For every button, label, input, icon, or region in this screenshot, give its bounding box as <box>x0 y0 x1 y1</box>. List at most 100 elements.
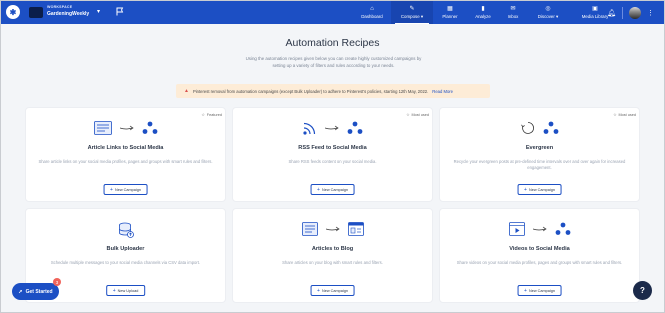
arrow-right-icon <box>324 125 339 131</box>
nav-item-dashboard[interactable]: ⌂ Dashboard <box>353 1 391 24</box>
page-subtitle: Using the automation recipes given below… <box>245 56 422 68</box>
chevron-down-icon[interactable]: ▾ <box>97 8 100 15</box>
social-network-icon <box>142 121 157 134</box>
card-description: Recycle your evergreen posts at pre-defi… <box>453 159 626 170</box>
nav-label: Dashboard <box>361 14 383 19</box>
video-icon <box>508 222 525 236</box>
read-more-link[interactable]: Read More <box>432 89 453 94</box>
recipe-card-videos[interactable]: Videos to Social Media Share videos on y… <box>439 208 640 303</box>
nav-label: Media Library <box>581 14 609 19</box>
card-description: Share article links on your social media… <box>38 159 213 164</box>
database-upload-icon <box>118 222 134 238</box>
nav-item-inbox[interactable]: ✉ Inbox <box>499 1 527 24</box>
recycle-icon <box>520 122 534 134</box>
media-icon: ▣ <box>592 6 598 12</box>
blog-icon <box>347 222 364 236</box>
recipe-card-rss-feed[interactable]: ☆ Most used RSS Feed to Social Media Sha… <box>232 107 433 202</box>
inbox-icon: ✉ <box>510 6 516 12</box>
card-illustration <box>233 222 432 236</box>
workspace-avatar[interactable] <box>29 7 43 18</box>
card-title: Videos to Social Media <box>509 246 570 252</box>
new-campaign-button[interactable]: + New Campaign <box>517 184 562 195</box>
social-network-icon <box>543 121 558 134</box>
workspace-label: WORKSPACE <box>47 5 73 9</box>
plus-icon: + <box>317 287 320 294</box>
plus-icon: + <box>110 186 113 193</box>
new-campaign-button[interactable]: + New Campaign <box>310 285 355 296</box>
arrow-right-icon <box>119 125 134 131</box>
app-window: ✱ WORKSPACE GardeningWeekly ▾ ⌂ Dashboar… <box>0 0 665 313</box>
card-illustration <box>26 121 225 135</box>
card-badge: ☆ Most used <box>406 112 429 118</box>
nav-label: Planner <box>442 14 458 19</box>
nav-label: Analyze <box>475 14 491 19</box>
notification-count-badge: 3 <box>53 278 61 286</box>
get-started-button[interactable]: ➚ Get Started <box>12 283 59 300</box>
recipe-card-evergreen[interactable]: ☆ Most used Evergreen Recycle your evergr… <box>439 107 640 202</box>
social-network-icon <box>555 222 570 235</box>
card-illustration <box>26 222 225 238</box>
nav-menu: ⌂ Dashboard ✎ Compose ▾ ▦ Planner ▮ Anal… <box>353 1 621 24</box>
card-illustration <box>233 121 432 135</box>
card-description: Share articles on your blog with smart r… <box>282 260 383 265</box>
home-icon: ⌂ <box>370 6 374 12</box>
card-title: Article Links to Social Media <box>87 145 164 151</box>
card-title: Bulk Uploader <box>106 246 145 252</box>
top-navbar: ✱ WORKSPACE GardeningWeekly ▾ ⌂ Dashboar… <box>1 1 664 24</box>
star-icon: ☆ <box>406 113 410 117</box>
app-logo-icon[interactable]: ✱ <box>6 5 20 19</box>
new-upload-button[interactable]: + New Upload <box>105 285 146 296</box>
discover-icon: ◎ <box>545 5 551 12</box>
arrow-right-icon <box>532 226 547 232</box>
card-badge: ☆ Featured <box>201 112 222 118</box>
card-badge: ☆ Most used <box>613 112 636 118</box>
divider <box>622 6 623 19</box>
card-description: Share videos on your social media profil… <box>456 260 623 265</box>
nav-label: Discover ▾ <box>537 13 559 19</box>
compose-icon: ✎ <box>409 5 415 12</box>
new-campaign-button[interactable]: + New Campaign <box>103 184 148 195</box>
star-icon: ☆ <box>613 113 617 117</box>
recipe-card-article-links[interactable]: ☆ Featured Article Links to Social Media… <box>25 107 226 202</box>
flag-icon[interactable] <box>116 7 124 16</box>
rss-icon <box>302 122 315 135</box>
recipe-card-articles-to-blog[interactable]: Articles to Blog Share articles on your … <box>232 208 433 303</box>
page-title: Automation Recipes <box>285 37 380 49</box>
card-title: Evergreen <box>525 145 554 151</box>
nav-item-planner[interactable]: ▦ Planner <box>433 1 467 24</box>
new-campaign-button[interactable]: + New Campaign <box>310 184 355 195</box>
article-icon <box>301 222 318 236</box>
analytics-icon: ▮ <box>481 6 485 12</box>
nav-item-analyze[interactable]: ▮ Analyze <box>467 1 499 24</box>
user-avatar[interactable] <box>629 6 641 19</box>
nav-label: Compose ▾ <box>400 13 424 19</box>
plus-icon: + <box>317 186 320 193</box>
calendar-icon: ▦ <box>447 6 453 12</box>
social-network-icon <box>347 121 362 134</box>
nav-right: 🔔︎ ⋮ <box>607 1 654 24</box>
article-icon <box>93 121 112 135</box>
star-icon: ☆ <box>201 113 205 117</box>
arrow-right-icon <box>325 226 340 232</box>
card-illustration <box>440 222 639 236</box>
bell-icon[interactable]: 🔔︎ <box>607 9 616 17</box>
new-campaign-button[interactable]: + New Campaign <box>517 285 562 296</box>
help-button[interactable]: ? <box>633 281 652 300</box>
alert-text: Pinterest removal from automation campai… <box>192 88 429 94</box>
plus-icon: + <box>112 287 116 294</box>
alert-banner: ▲ Pinterest removal from automation camp… <box>176 84 490 98</box>
plus-icon: + <box>524 287 527 294</box>
get-started-label: Get Started <box>25 288 53 295</box>
card-description: Schedule multiple messages to your socia… <box>50 260 201 265</box>
card-title: Articles to Blog <box>311 246 354 252</box>
more-vertical-icon[interactable]: ⋮ <box>647 9 654 17</box>
card-description: Share RSS feeds content on your social m… <box>288 159 377 164</box>
warning-icon: ▲ <box>184 88 189 94</box>
nav-item-compose[interactable]: ✎ Compose ▾ <box>391 1 433 24</box>
nav-item-discover[interactable]: ◎ Discover ▾ <box>527 1 569 24</box>
workspace-name[interactable]: GardeningWeekly <box>47 11 89 17</box>
plus-icon: + <box>524 186 527 193</box>
nav-label: Inbox <box>507 14 519 19</box>
card-illustration <box>440 121 639 135</box>
main-content: Automation Recipes Using the automation … <box>1 24 664 312</box>
